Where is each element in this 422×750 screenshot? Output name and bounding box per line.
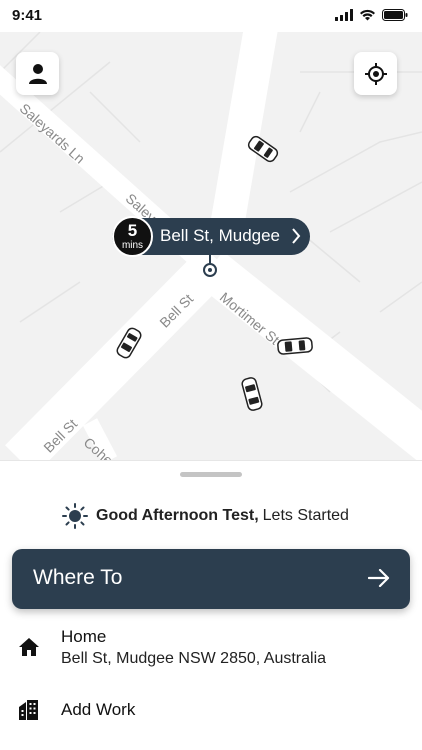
saved-place-work[interactable]: Add Work (0, 697, 422, 727)
signal-icon (335, 9, 353, 21)
where-to-label: Where To (33, 566, 123, 589)
car-icon (116, 327, 142, 359)
person-icon (28, 63, 47, 84)
greeting: Good Afternoon Test, Lets Started (62, 503, 349, 529)
greeting-message: Lets Started (262, 507, 349, 524)
chevron-right-icon (292, 228, 301, 244)
crosshair-icon (364, 62, 387, 85)
map-view[interactable]: Saleyards Ln Saley Bell St Mortimer St B… (0, 32, 422, 460)
eta-badge: 5 mins (112, 216, 153, 257)
status-time: 9:41 (12, 7, 43, 24)
locate-button[interactable] (354, 52, 397, 95)
home-icon (19, 638, 39, 656)
saved-place-home[interactable]: Home Bell St, Mudgee NSW 2850, Australia (0, 625, 422, 675)
location-pin (203, 263, 217, 277)
place-title: Home (61, 627, 107, 646)
building-icon (19, 700, 38, 720)
eta-unit: mins (121, 240, 144, 251)
eta-minutes: 5 (127, 221, 138, 240)
bottom-sheet: Good Afternoon Test, Lets Started Where … (0, 460, 422, 750)
car-icon (241, 377, 263, 411)
profile-button[interactable] (16, 52, 59, 95)
status-icons (335, 9, 408, 21)
sheet-drag-handle[interactable] (180, 472, 242, 477)
wifi-icon (360, 9, 375, 21)
pickup-location: Bell St, Mudgee (160, 226, 281, 245)
eta-pickup-pill[interactable]: 5 mins Bell St, Mudgee (112, 216, 310, 257)
where-to-button[interactable]: Where To (12, 549, 410, 609)
place-title: Add Work (61, 700, 136, 719)
battery-icon (382, 9, 408, 21)
place-address: Bell St, Mudgee NSW 2850, Australia (61, 650, 327, 667)
car-icon (277, 337, 313, 355)
status-bar: 9:41 (0, 0, 422, 32)
arrow-right-icon (368, 569, 390, 587)
car-icon (247, 135, 279, 163)
sun-icon (62, 503, 88, 529)
greeting-name: Good Afternoon Test, (96, 507, 259, 524)
